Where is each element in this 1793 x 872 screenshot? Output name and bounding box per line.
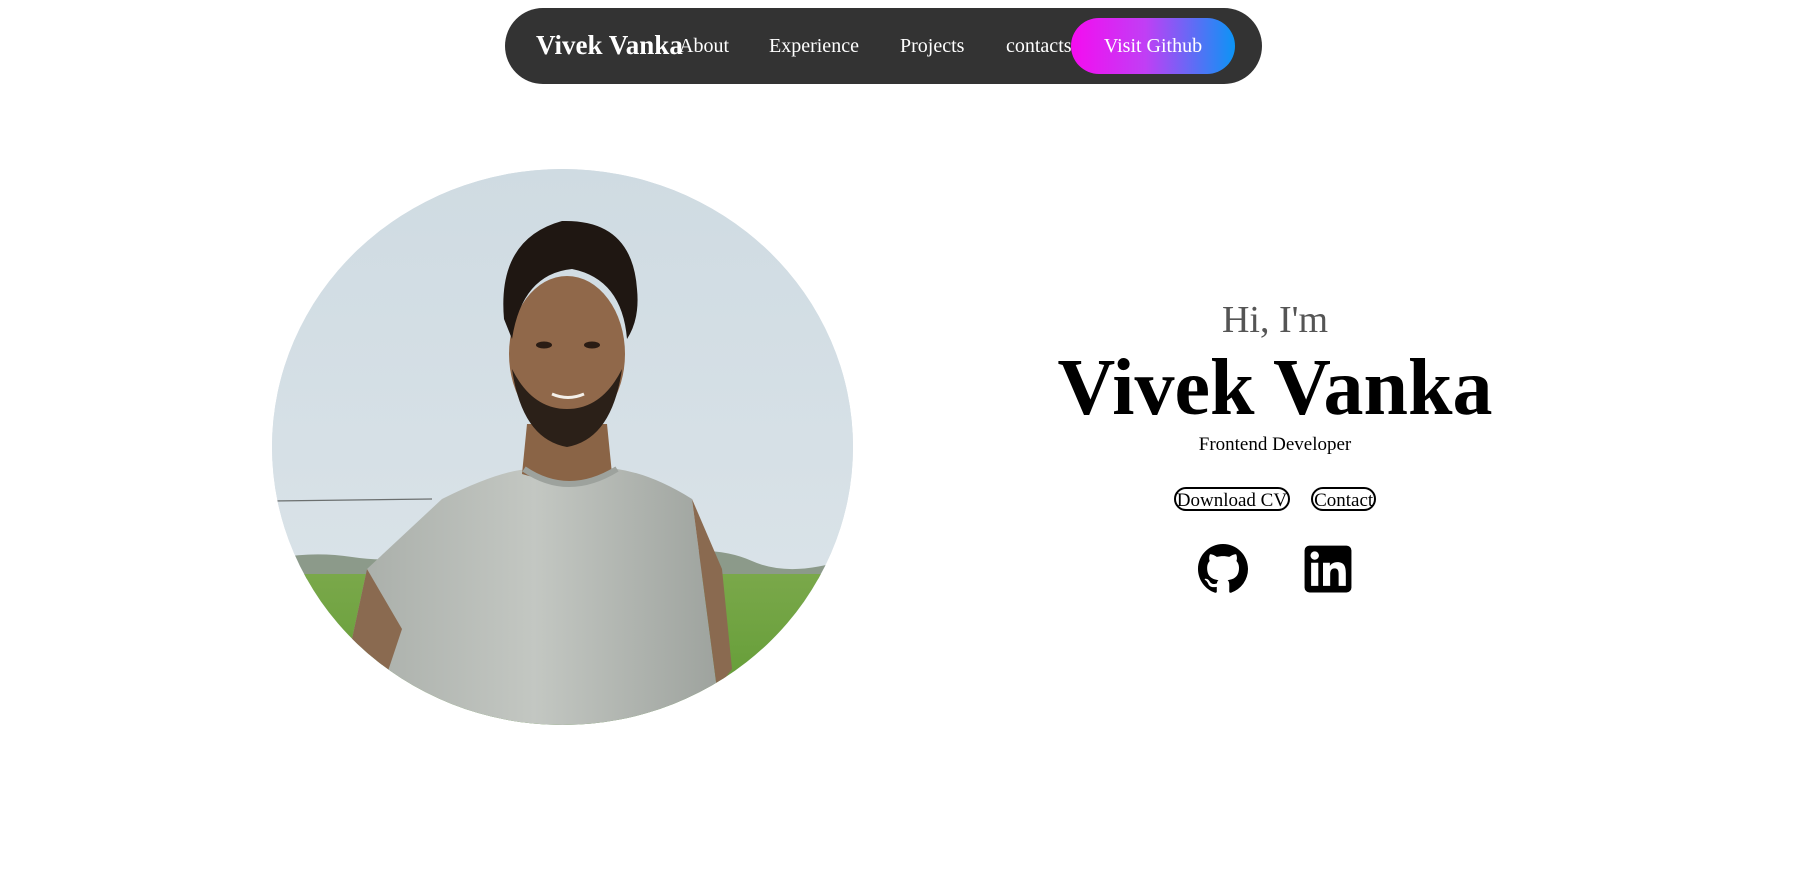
github-icon[interactable] <box>1197 544 1248 594</box>
linkedin-icon[interactable] <box>1303 544 1353 594</box>
nav-link-about[interactable]: About <box>679 36 729 56</box>
nav-link-experience[interactable]: Experience <box>769 36 859 56</box>
nav-link-projects[interactable]: Projects <box>900 36 964 56</box>
contact-button[interactable]: Contact <box>1311 487 1377 511</box>
visit-github-button[interactable]: Visit Github <box>1071 18 1235 74</box>
brand-logo[interactable]: Vivek Vanka <box>536 32 683 59</box>
social-links <box>1040 544 1510 594</box>
role-subtitle: Frontend Developer <box>1198 434 1352 455</box>
download-cv-button[interactable]: Download CV <box>1173 487 1291 511</box>
nav-link-contacts[interactable]: contacts <box>1006 36 1072 56</box>
portfolio-page: Vivek Vanka About Experience Projects co… <box>0 0 1793 872</box>
hero-buttons: Download CV Contact <box>1040 487 1510 511</box>
greeting-text: Hi, I'm <box>1221 299 1329 341</box>
navbar: Vivek Vanka About Experience Projects co… <box>505 8 1262 84</box>
hero-name: Vivek Vanka <box>1057 344 1493 432</box>
profile-photo <box>272 169 853 725</box>
